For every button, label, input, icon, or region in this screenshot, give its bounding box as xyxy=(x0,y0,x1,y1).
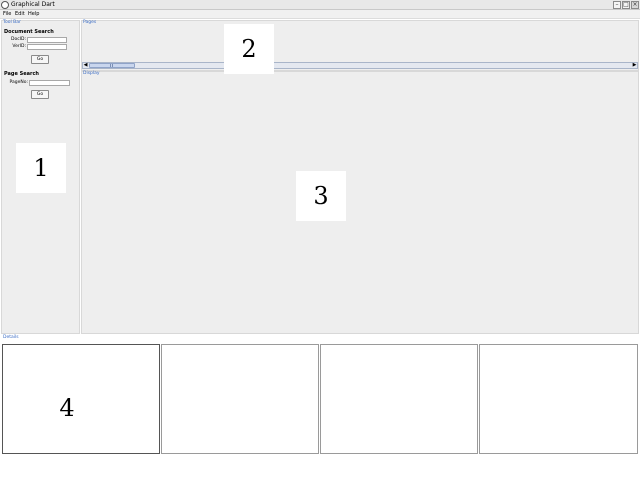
document-search-title: Document Search xyxy=(4,29,54,35)
pageno-input[interactable] xyxy=(29,80,70,86)
document-search-go-button[interactable]: Go xyxy=(31,55,49,64)
page-search-title: Page Search xyxy=(4,71,39,77)
details-pane-4 xyxy=(479,344,638,454)
display-title: Display xyxy=(83,71,100,76)
details-pane-2 xyxy=(161,344,319,454)
verid-input[interactable] xyxy=(27,44,67,50)
app-icon xyxy=(1,1,9,9)
docid-label: DocID: xyxy=(10,37,26,42)
menu-help[interactable]: Help xyxy=(28,10,39,19)
region-marker-3: 3 xyxy=(296,171,346,221)
close-button[interactable]: × xyxy=(631,1,639,9)
verid-label: VerID: xyxy=(12,44,26,49)
scroll-left-arrow-icon[interactable]: ◀ xyxy=(82,62,89,69)
menu-bar xyxy=(0,10,640,19)
toolbar-title: Tool Bar xyxy=(3,20,21,25)
maximize-button[interactable]: □ xyxy=(622,1,630,9)
title-bar xyxy=(0,0,640,10)
pages-horizontal-scrollbar[interactable] xyxy=(82,62,638,69)
docid-input[interactable] xyxy=(27,37,67,43)
window-title: Graphical Dart xyxy=(11,1,55,8)
pages-title: Pages xyxy=(83,20,97,25)
menu-edit[interactable]: Edit xyxy=(15,10,25,19)
region-marker-2: 2 xyxy=(224,24,274,74)
scrollbar-grip-icon xyxy=(110,64,113,67)
pageno-label: PageNo: xyxy=(9,80,28,85)
display-panel xyxy=(81,71,639,334)
page-search-go-button[interactable]: Go xyxy=(31,90,49,99)
region-marker-1: 1 xyxy=(16,143,66,193)
region-marker-4: 4 xyxy=(59,394,75,422)
minimize-button[interactable]: – xyxy=(613,1,621,9)
scroll-right-arrow-icon[interactable]: ▶ xyxy=(631,62,638,69)
details-pane-3 xyxy=(320,344,478,454)
details-title: Details xyxy=(3,335,19,340)
menu-file[interactable]: File xyxy=(3,10,11,19)
